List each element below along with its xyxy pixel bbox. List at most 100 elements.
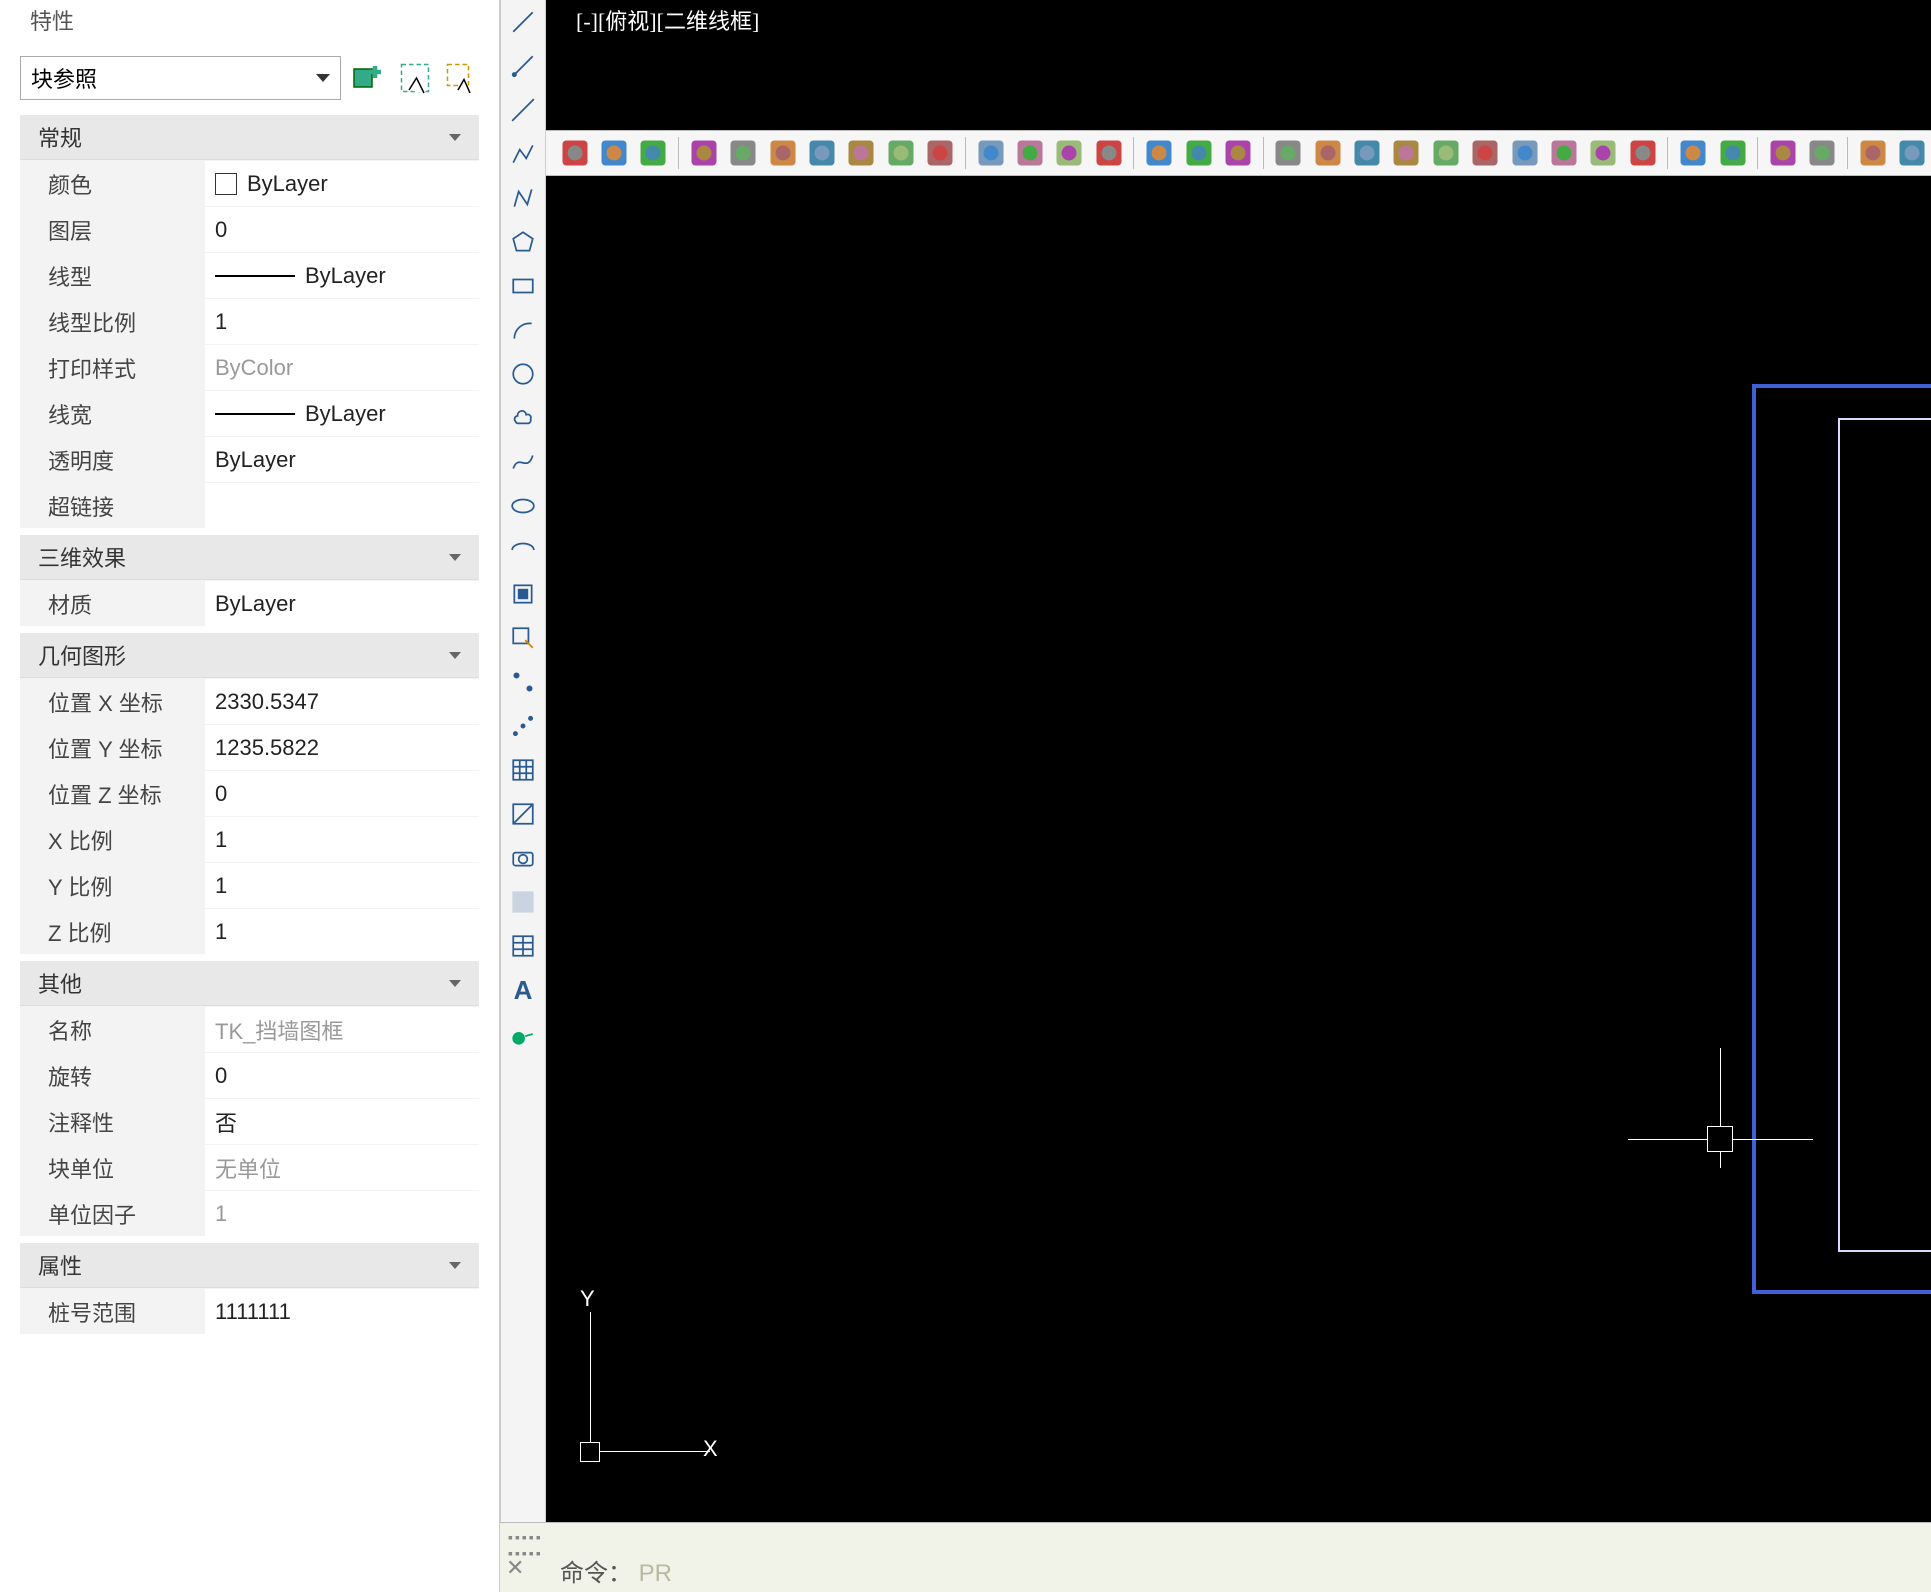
table-tool-icon[interactable] <box>505 928 541 964</box>
command-bar[interactable]: ▪▪▪▪▪▪▪▪▪▪ ✕ 命令： PR <box>500 1522 1931 1592</box>
arc-tool-icon[interactable] <box>505 312 541 348</box>
property-row: 超链接 <box>20 482 479 528</box>
pline-tool-icon[interactable] <box>505 136 541 172</box>
cube-8-icon[interactable] <box>1545 134 1582 172</box>
object-type-select[interactable]: 块参照 <box>20 56 341 100</box>
spline-tool-icon[interactable] <box>505 444 541 480</box>
image-attach-icon[interactable] <box>595 134 632 172</box>
property-value[interactable]: 1 <box>205 817 479 862</box>
section-header-effect3d[interactable]: 三维效果 <box>20 534 479 580</box>
property-value[interactable]: 0 <box>205 1053 479 1098</box>
property-value[interactable]: ByLayer <box>205 581 479 626</box>
pick-icon[interactable] <box>443 60 479 96</box>
property-value: ByColor <box>205 345 479 390</box>
refresh-right-icon[interactable] <box>1180 134 1217 172</box>
cube-5-icon[interactable] <box>1427 134 1464 172</box>
close-icon[interactable]: ✕ <box>506 1555 524 1581</box>
toolbar-separator <box>1667 137 1668 169</box>
grid-d-icon[interactable] <box>1804 134 1841 172</box>
quick-select-icon[interactable] <box>397 60 433 96</box>
property-value[interactable]: 1235.5822 <box>205 725 479 770</box>
drawing-canvas[interactable]: X Y <box>546 178 1931 1592</box>
property-value[interactable]: 否 <box>205 1099 479 1144</box>
cube-3-icon[interactable] <box>1348 134 1385 172</box>
text-tool-icon[interactable]: A <box>505 972 541 1008</box>
property-row: 位置 X 坐标2330.5347 <box>20 678 479 724</box>
property-value[interactable]: ByLayer <box>205 253 479 298</box>
layer-red-icon[interactable] <box>1011 134 1048 172</box>
property-value[interactable]: 0 <box>205 207 479 252</box>
grid-b-icon[interactable] <box>1714 134 1751 172</box>
property-value[interactable]: 2330.5347 <box>205 679 479 724</box>
cube-7-icon[interactable] <box>1506 134 1543 172</box>
polygon-tool-icon[interactable] <box>505 224 541 260</box>
ellipse-tool-icon[interactable] <box>505 488 541 524</box>
globe-gray-icon[interactable] <box>803 134 840 172</box>
property-label: 线宽 <box>20 391 205 436</box>
hatch-tool-icon[interactable] <box>505 752 541 788</box>
property-value[interactable]: ByLayer <box>205 391 479 436</box>
property-value[interactable]: ByLayer <box>205 437 479 482</box>
property-value[interactable] <box>205 483 479 528</box>
image-insert-icon[interactable] <box>556 134 593 172</box>
section-header-misc[interactable]: 其他 <box>20 960 479 1006</box>
wire-icon[interactable] <box>1585 134 1622 172</box>
globe-red-icon[interactable] <box>764 134 801 172</box>
grid-c-icon[interactable] <box>1764 134 1801 172</box>
property-value[interactable]: ByLayer <box>205 161 479 206</box>
property-value[interactable]: 1111111 <box>205 1289 479 1334</box>
color-blob-icon[interactable] <box>1624 134 1661 172</box>
color-swatch-icon <box>215 173 237 195</box>
property-row: 打印样式ByColor <box>20 344 479 390</box>
viewport-label[interactable]: [-][俯视][二维线框] <box>576 4 759 36</box>
camera-tool-icon[interactable] <box>505 840 541 876</box>
key-b-icon[interactable] <box>1893 134 1930 172</box>
property-value[interactable]: 1 <box>205 863 479 908</box>
circle-tool-icon[interactable] <box>505 356 541 392</box>
rect-tool-icon[interactable] <box>505 268 541 304</box>
target-icon[interactable] <box>1219 134 1256 172</box>
cube-1-icon[interactable] <box>1270 134 1307 172</box>
property-row: Z 比例1 <box>20 908 479 954</box>
globe-ball-icon[interactable] <box>882 134 919 172</box>
revcloud-tool-icon[interactable] <box>505 400 541 436</box>
globe-blue-icon[interactable] <box>685 134 722 172</box>
cube-6-icon[interactable] <box>1467 134 1504 172</box>
key-a-icon[interactable] <box>1854 134 1891 172</box>
grid-a-icon[interactable] <box>1674 134 1711 172</box>
ray-tool-icon[interactable] <box>505 48 541 84</box>
globe-green-icon[interactable] <box>725 134 762 172</box>
polygon3d-tool-icon[interactable] <box>505 180 541 216</box>
layer-swap-icon[interactable] <box>1051 134 1088 172</box>
donut-tool-icon[interactable] <box>505 1016 541 1052</box>
add-selection-icon[interactable] <box>351 60 387 96</box>
region-tool-icon[interactable] <box>505 884 541 920</box>
property-value: 1 <box>205 1191 479 1236</box>
property-value[interactable]: 1 <box>205 299 479 344</box>
point-divide-tool-icon[interactable] <box>505 708 541 744</box>
property-label: 注释性 <box>20 1099 205 1144</box>
layer-frame-icon[interactable] <box>1090 134 1127 172</box>
section-header-attrs[interactable]: 属性 <box>20 1242 479 1288</box>
block-tool-icon[interactable] <box>505 576 541 612</box>
ellipse-arc-tool-icon[interactable] <box>505 532 541 568</box>
gradient-tool-icon[interactable] <box>505 796 541 832</box>
property-value[interactable]: 1 <box>205 909 479 954</box>
cube-4-icon[interactable] <box>1388 134 1425 172</box>
property-label: 线型比例 <box>20 299 205 344</box>
cube-2-icon[interactable] <box>1309 134 1346 172</box>
refresh-left-icon[interactable] <box>1140 134 1177 172</box>
line-tool-icon[interactable] <box>505 4 541 40</box>
section-header-geometry[interactable]: 几何图形 <box>20 632 479 678</box>
toolbar-separator <box>1133 137 1134 169</box>
property-row: 线型ByLayer <box>20 252 479 298</box>
section-header-general[interactable]: 常规 <box>20 114 479 160</box>
globe-white-icon[interactable] <box>843 134 880 172</box>
image-clip-icon[interactable] <box>635 134 672 172</box>
property-value[interactable]: 0 <box>205 771 479 816</box>
block-edit-tool-icon[interactable] <box>505 620 541 656</box>
globe-rainbow-icon[interactable] <box>922 134 959 172</box>
xline-tool-icon[interactable] <box>505 92 541 128</box>
point-tool-icon[interactable] <box>505 664 541 700</box>
layer-sheet-icon[interactable] <box>972 134 1009 172</box>
